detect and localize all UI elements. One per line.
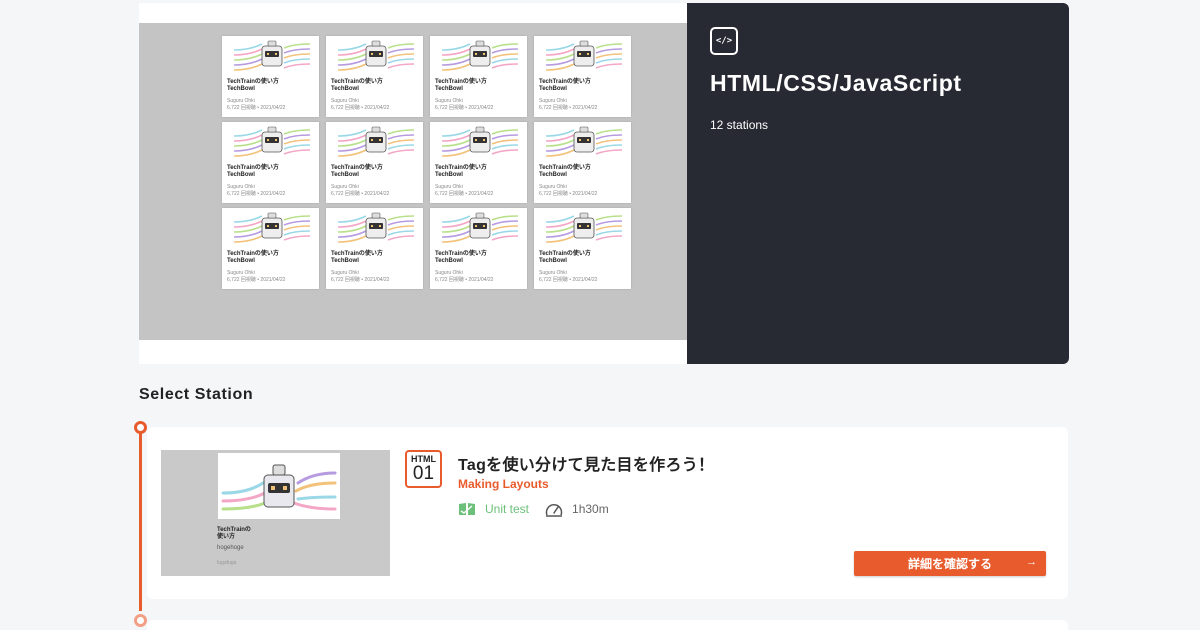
preview-card-meta: Suguru Ohki 6,722 回視聴 • 2021/04/22 <box>435 270 494 283</box>
preview-card-meta: Suguru Ohki 6,722 回視聴 • 2021/04/22 <box>539 98 598 111</box>
preview-card-title: TechTrainの使い方 TechBowl <box>435 251 487 264</box>
track-title: HTML/CSS/JavaScript <box>710 70 962 96</box>
section-title: Select Station <box>139 386 254 403</box>
preview-card-meta: Suguru Ohki 6,722 回視聴 • 2021/04/22 <box>227 270 286 283</box>
timeline-line <box>139 425 142 611</box>
thumbnail-date: fugafuga <box>217 560 237 566</box>
preview-card-meta: Suguru Ohki 6,722 回視聴 • 2021/04/22 <box>331 98 390 111</box>
preview-card: TechTrainの使い方 TechBowl Suguru Ohki 6,722… <box>222 36 319 117</box>
preview-card-meta: Suguru Ohki 6,722 回視聴 • 2021/04/22 <box>435 98 494 111</box>
preview-card: TechTrainの使い方 TechBowl Suguru Ohki 6,722… <box>222 122 319 203</box>
station-meta: Unit test 1h30m <box>458 501 609 517</box>
arrow-right-icon: → <box>1026 556 1037 568</box>
view-details-label: 詳細を確認する <box>907 557 992 571</box>
station-title[interactable]: Tagを使い分けて見た目を作ろう！ <box>458 451 714 475</box>
preview-card: TechTrainの使い方 TechBowl Suguru Ohki 6,722… <box>430 36 527 117</box>
robot-illustration-icon <box>545 212 623 243</box>
preview-card-title: TechTrainの使い方 TechBowl <box>331 79 383 92</box>
preview-card-meta: Suguru Ohki 6,722 回視聴 • 2021/04/22 <box>539 270 598 283</box>
preview-card-title: TechTrainの使い方 TechBowl <box>331 251 383 264</box>
preview-card: TechTrainの使い方 TechBowl Suguru Ohki 6,722… <box>326 208 423 289</box>
robot-illustration-icon <box>441 126 519 157</box>
preview-card: TechTrainの使い方 TechBowl Suguru Ohki 6,722… <box>430 208 527 289</box>
preview-card: TechTrainの使い方 TechBowl Suguru Ohki 6,722… <box>430 122 527 203</box>
preview-card-meta: Suguru Ohki 6,722 回視聴 • 2021/04/22 <box>227 184 286 197</box>
gauge-icon <box>545 504 563 517</box>
preview-card: TechTrainの使い方 TechBowl Suguru Ohki 6,722… <box>534 208 631 289</box>
preview-card: TechTrainの使い方 TechBowl Suguru Ohki 6,722… <box>534 122 631 203</box>
preview-card-meta: Suguru Ohki 6,722 回視聴 • 2021/04/22 <box>331 270 390 283</box>
preview-card-meta: Suguru Ohki 6,722 回視聴 • 2021/04/22 <box>435 184 494 197</box>
thumbnail-author: hogehoge <box>217 545 244 551</box>
preview-card-title: TechTrainの使い方 TechBowl <box>331 165 383 178</box>
preview-card-title: TechTrainの使い方 TechBowl <box>227 251 279 264</box>
preview-card: TechTrainの使い方 TechBowl Suguru Ohki 6,722… <box>326 36 423 117</box>
unit-test-label: Unit test <box>485 502 530 516</box>
preview-card-title: TechTrainの使い方 TechBowl <box>435 165 487 178</box>
view-details-button[interactable]: 詳細を確認する → <box>854 551 1046 576</box>
station-card[interactable]: TechTrainの 使い方 hogehoge fugafuga HTML 01… <box>147 427 1068 599</box>
robot-illustration-icon <box>441 212 519 243</box>
robot-illustration-icon <box>233 40 311 71</box>
preview-card: TechTrainの使い方 TechBowl Suguru Ohki 6,722… <box>222 208 319 289</box>
preview-card-title: TechTrainの使い方 TechBowl <box>539 251 591 264</box>
duration-label: 1h30m <box>572 502 609 516</box>
station-subtitle: Making Layouts <box>458 477 549 491</box>
preview-card: TechTrainの使い方 TechBowl Suguru Ohki 6,722… <box>534 36 631 117</box>
preview-card-title: TechTrainの使い方 TechBowl <box>227 79 279 92</box>
station-count: 12 stations <box>710 118 769 132</box>
station-number-badge: HTML 01 <box>405 450 442 488</box>
preview-card-meta: Suguru Ohki 6,722 回視聴 • 2021/04/22 <box>227 98 286 111</box>
preview-card: TechTrainの使い方 TechBowl Suguru Ohki 6,722… <box>326 122 423 203</box>
preview-card-grid: TechTrainの使い方 TechBowl Suguru Ohki 6,722… <box>222 36 631 289</box>
timeline-dot <box>134 421 147 434</box>
thumbnail-title: TechTrainの 使い方 <box>217 527 251 540</box>
preview-card-title: TechTrainの使い方 TechBowl <box>539 165 591 178</box>
code-icon: </> <box>710 27 738 55</box>
timeline-dot-next <box>134 614 147 627</box>
preview-card-meta: Suguru Ohki 6,722 回視聴 • 2021/04/22 <box>331 184 390 197</box>
robot-illustration-icon <box>337 212 415 243</box>
preview-card-meta: Suguru Ohki 6,722 回視聴 • 2021/04/22 <box>539 184 598 197</box>
robot-illustration-icon <box>337 40 415 71</box>
robot-illustration-icon <box>218 453 340 519</box>
robot-illustration-icon <box>545 40 623 71</box>
book-icon <box>459 503 475 515</box>
robot-illustration-icon <box>545 126 623 157</box>
station-card-next[interactable] <box>147 620 1068 630</box>
robot-illustration-icon <box>233 126 311 157</box>
hero-preview: TechTrainの使い方 TechBowl Suguru Ohki 6,722… <box>139 3 687 364</box>
robot-illustration-icon <box>441 40 519 71</box>
preview-card-title: TechTrainの使い方 TechBowl <box>435 79 487 92</box>
preview-card-title: TechTrainの使い方 TechBowl <box>227 165 279 178</box>
station-thumbnail: TechTrainの 使い方 hogehoge fugafuga <box>161 450 390 576</box>
track-hero: TechTrainの使い方 TechBowl Suguru Ohki 6,722… <box>139 3 1069 364</box>
robot-illustration-icon <box>233 212 311 243</box>
badge-number: 01 <box>412 463 435 484</box>
hero-info-panel: </> HTML/CSS/JavaScript 12 stations <box>687 3 1069 364</box>
robot-illustration-icon <box>337 126 415 157</box>
preview-card-title: TechTrainの使い方 TechBowl <box>539 79 591 92</box>
